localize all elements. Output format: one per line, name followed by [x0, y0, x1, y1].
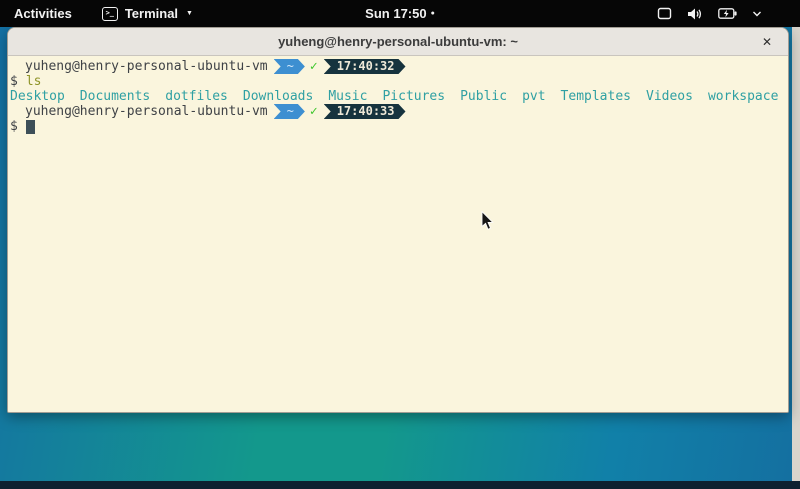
prompt-line: yuheng@henry-personal-ubuntu-vm ~ ✓ 17:4…	[10, 59, 786, 74]
prompt-cwd: ~	[287, 104, 294, 119]
directory-entry: Public	[460, 89, 507, 104]
close-button[interactable]: ✕	[755, 28, 779, 56]
window-title: yuheng@henry-personal-ubuntu-vm: ~	[278, 34, 518, 49]
display-icon	[657, 7, 672, 20]
prompt-cwd-segment: ~	[274, 104, 305, 119]
chevron-down-icon	[752, 11, 762, 17]
directory-entry: Pictures	[382, 89, 445, 104]
terminal-content[interactable]: yuheng@henry-personal-ubuntu-vm ~ ✓ 17:4…	[8, 56, 788, 413]
activities-button[interactable]: Activities	[10, 6, 76, 21]
app-menu-label: Terminal	[125, 6, 178, 21]
command-text: ls	[26, 74, 42, 89]
terminal-window: yuheng@henry-personal-ubuntu-vm: ~ ✕ yuh…	[7, 27, 789, 413]
directory-entry: pvt	[522, 89, 545, 104]
system-tray[interactable]	[657, 0, 762, 27]
directory-entry: Videos	[646, 89, 693, 104]
directory-entry: Desktop	[10, 89, 65, 104]
clock-label: Sun 17:50	[365, 6, 426, 21]
status-check-icon: ✓	[310, 59, 318, 74]
mouse-cursor-icon	[481, 211, 494, 236]
prompt-time: 17:40:33	[337, 104, 395, 119]
desktop-bottom-shade	[0, 481, 800, 489]
volume-icon	[687, 7, 703, 21]
prompt-time-segment: 17:40:33	[324, 104, 406, 119]
prompt-time: 17:40:32	[337, 59, 395, 74]
prompt-line: yuheng@henry-personal-ubuntu-vm ~ ✓ 17:4…	[10, 104, 786, 119]
ls-output-line: Desktop Documents dotfiles Downloads Mus…	[10, 89, 786, 104]
prompt-cwd-segment: ~	[274, 59, 305, 74]
app-menu-terminal[interactable]: >_ Terminal ▼	[102, 6, 193, 21]
terminal-cursor	[26, 120, 35, 134]
window-titlebar[interactable]: yuheng@henry-personal-ubuntu-vm: ~ ✕	[8, 28, 788, 56]
battery-icon	[718, 8, 737, 19]
notification-dot-icon: ●	[431, 10, 435, 17]
directory-entry: Music	[328, 89, 367, 104]
directory-entry: dotfiles	[165, 89, 228, 104]
directory-entry: Downloads	[243, 89, 313, 104]
directory-entry: workspace	[708, 89, 778, 104]
input-line: $	[10, 119, 786, 134]
status-check-icon: ✓	[310, 104, 318, 119]
terminal-icon: >_	[102, 7, 118, 21]
prompt-time-segment: 17:40:32	[324, 59, 406, 74]
background-window-edge	[792, 27, 800, 482]
command-line: $ ls	[10, 74, 786, 89]
clock-button[interactable]: Sun 17:50 ●	[365, 0, 435, 27]
prompt-symbol: $	[10, 119, 18, 134]
prompt-user-host: yuheng@henry-personal-ubuntu-vm	[25, 59, 268, 74]
prompt-symbol: $	[10, 74, 18, 89]
prompt-cwd: ~	[287, 59, 294, 74]
directory-entry: Templates	[561, 89, 631, 104]
directory-entry: Documents	[80, 89, 150, 104]
prompt-user-host: yuheng@henry-personal-ubuntu-vm	[25, 104, 268, 119]
chevron-down-icon: ▼	[186, 10, 193, 17]
top-bar: Activities >_ Terminal ▼ Sun 17:50 ●	[0, 0, 800, 27]
